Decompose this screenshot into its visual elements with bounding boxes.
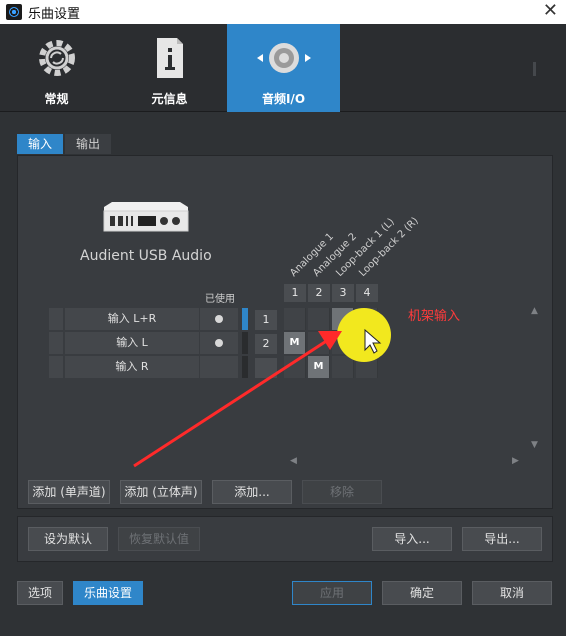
restore-default-button[interactable]: 恢复默认值	[118, 527, 200, 551]
import-button[interactable]: 导入...	[372, 527, 452, 551]
defaults-panel: 设为默认 恢复默认值 导入... 导出...	[17, 516, 553, 562]
set-default-button[interactable]: 设为默认	[28, 527, 108, 551]
ok-button[interactable]: 确定	[382, 581, 462, 605]
song-settings-button[interactable]: 乐曲设置	[73, 581, 143, 605]
apply-button[interactable]: 应用	[292, 581, 372, 605]
options-button[interactable]: 选项	[17, 581, 63, 605]
annotation-label: 机架输入	[408, 309, 461, 324]
cancel-button[interactable]: 取消	[472, 581, 552, 605]
export-button[interactable]: 导出...	[462, 527, 542, 551]
